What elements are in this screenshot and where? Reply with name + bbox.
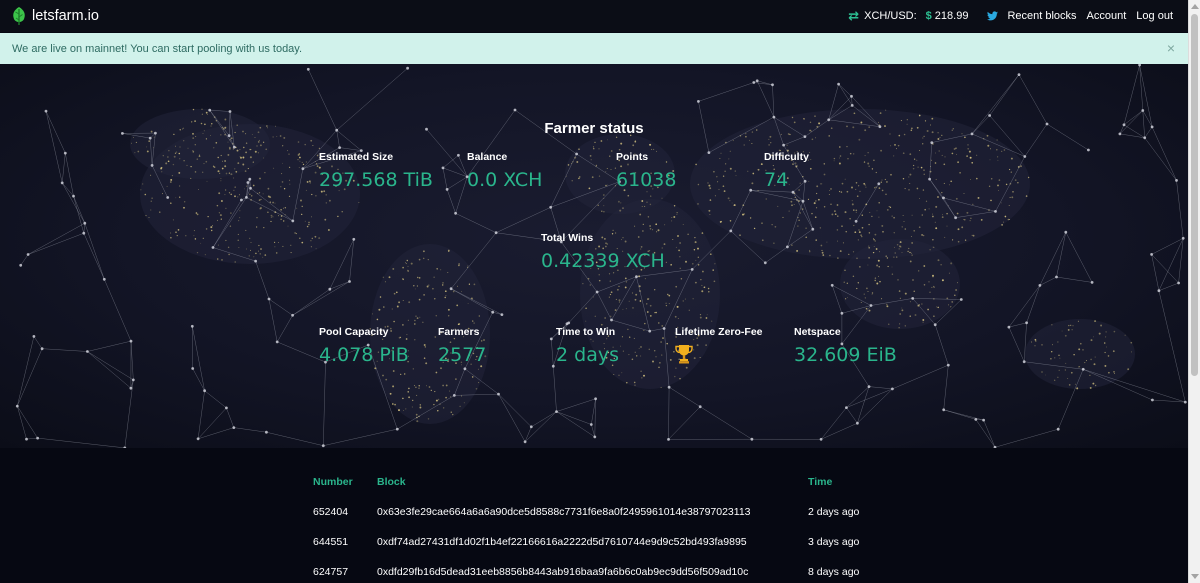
stat-label: Lifetime Zero-Fee (675, 326, 763, 338)
swap-icon: ⇄ (848, 8, 860, 23)
scroll-down-icon[interactable] (1191, 574, 1199, 579)
alert-message: We are live on mainnet! You can start po… (12, 42, 303, 55)
stat-label: Points (616, 151, 649, 163)
account-link[interactable]: Account (1087, 10, 1127, 22)
mainnet-alert: We are live on mainnet! You can start po… (0, 33, 1188, 64)
stat-farmers: Farmers 2577 (438, 326, 486, 366)
dollar-icon: $ (925, 10, 932, 22)
stat-netspace: Netspace 32.609 EiB (794, 326, 897, 366)
column-header-block: Block (377, 476, 406, 488)
recent-blocks-link[interactable]: Recent blocks (1007, 10, 1076, 22)
stat-label: Time to Win (556, 326, 616, 338)
stat-pool-capacity: Pool Capacity 4.078 PiB (319, 326, 409, 366)
logout-link[interactable]: Log out (1136, 10, 1173, 22)
twitter-icon[interactable] (987, 11, 999, 21)
stat-points: Points 61038 (616, 151, 676, 191)
block-hash[interactable]: 0xdfd29fb16d5dead31eeb8856b8443ab916baa9… (377, 566, 748, 578)
leaf-logo-icon (13, 7, 25, 25)
xch-usd-rate: ⇄ XCH/USD: $ 218.99 (848, 8, 968, 24)
block-time: 3 days ago (808, 536, 860, 548)
navbar: letsfarm.io ⇄ XCH/USD: $ 218.99 Recent b… (0, 0, 1188, 32)
stat-label: Netspace (794, 326, 841, 338)
brand-link[interactable]: letsfarm.io (11, 6, 99, 26)
stat-total-wins: Total Wins 0.42339 XCH (541, 232, 665, 272)
page-title: Farmer status (544, 120, 644, 137)
stat-value: 4.078 PiB (319, 344, 409, 366)
stat-value: 297.568 TiB (319, 169, 433, 191)
nav-right: ⇄ XCH/USD: $ 218.99 Recent blocks Accoun… (848, 8, 1173, 24)
block-time: 8 days ago (808, 566, 860, 578)
stat-value: 0.0 XCH (467, 169, 543, 191)
stat-estimated-size: Estimated Size 297.568 TiB (319, 151, 433, 191)
stat-label: Farmers (438, 326, 480, 338)
rate-label: XCH/USD: (864, 10, 917, 22)
block-hash[interactable]: 0x63e3fe29cae664a6a6a90dce5d8588c7731f6e… (377, 506, 751, 518)
rate-value: 218.99 (934, 10, 969, 22)
stat-value: 32.609 EiB (794, 344, 897, 366)
scroll-up-icon[interactable] (1191, 4, 1199, 9)
stat-label: Estimated Size (319, 151, 394, 163)
farmer-status-hero: Farmer status Estimated Size 297.568 TiB… (0, 64, 1188, 448)
stat-difficulty: Difficulty 74 (764, 151, 809, 191)
column-header-number: Number (313, 476, 353, 488)
block-number: 644551 (313, 536, 349, 548)
close-icon[interactable]: × (1167, 41, 1175, 55)
stat-time-to-win: Time to Win 2 days (556, 326, 619, 366)
column-header-time: Time (808, 476, 833, 488)
brand-name: letsfarm.io (32, 8, 99, 24)
block-hash[interactable]: 0xdf74ad27431df1d02f1b4ef22166616a2222d5… (377, 536, 747, 548)
scroll-thumb[interactable] (1191, 14, 1198, 376)
page-scrollbar[interactable] (1188, 0, 1200, 583)
block-number: 624757 (313, 566, 349, 578)
stat-balance: Balance 0.0 XCH (467, 151, 542, 191)
stat-value: 2577 (438, 344, 487, 366)
stat-label: Pool Capacity (319, 326, 389, 338)
stat-value: 2 days (556, 344, 619, 366)
stat-value: 0.42339 XCH (541, 250, 665, 272)
stat-label: Total Wins (541, 232, 594, 244)
trophy-icon (675, 345, 693, 364)
stat-lifetime-zero-fee: Lifetime Zero-Fee (675, 326, 763, 369)
stat-value: 61038 (616, 169, 677, 191)
block-time: 2 days ago (808, 506, 860, 518)
stat-label: Balance (467, 151, 508, 163)
stat-label: Difficulty (764, 151, 809, 163)
block-number: 652404 (313, 506, 349, 518)
stat-value: 74 (764, 169, 789, 191)
